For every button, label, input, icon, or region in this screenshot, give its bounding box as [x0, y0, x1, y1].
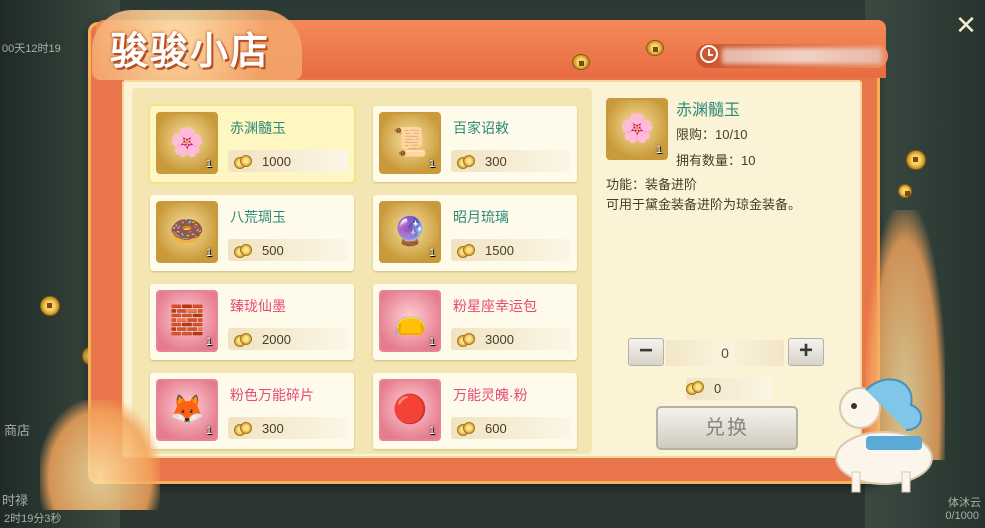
coin-icon [234, 332, 252, 348]
scroll-icon: 📜 [392, 126, 428, 158]
floating-coin-icon [898, 184, 912, 198]
title-coin-icon [646, 40, 664, 56]
ink-stick-icon: 🧱 [169, 304, 205, 336]
jade-icon: 🌸 [619, 112, 655, 144]
timer-value-blurred [722, 48, 882, 64]
item-count: 1 [428, 158, 435, 170]
shop-item[interactable]: 👝 1 粉星座幸运包 3000 [373, 284, 577, 360]
shop-item[interactable]: 📜 1 百家诏敕 300 [373, 106, 577, 182]
background-label-text: 体沐云 [948, 497, 981, 509]
coin-icon [457, 243, 475, 259]
item-count: 1 [205, 247, 212, 259]
coin-icon [234, 154, 252, 170]
quantity-field[interactable]: 0 [666, 340, 784, 366]
decrease-button[interactable]: − [628, 338, 664, 366]
background-shop-label: 商店 [4, 423, 31, 438]
item-price: 2000 [262, 332, 291, 347]
item-count: 1 [428, 425, 435, 437]
item-name: 粉色万能碎片 [230, 387, 314, 403]
item-icon: 🌸 1 [156, 112, 218, 174]
detail-item-count: 1 [655, 144, 662, 156]
background-event-text: 时禄 [2, 493, 29, 508]
coin-icon [457, 421, 475, 437]
item-price: 1000 [262, 154, 291, 169]
total-cost: 0 [714, 381, 722, 396]
item-name: 百家诏敕 [453, 120, 509, 136]
item-name: 万能灵魄·粉 [453, 387, 528, 403]
item-count: 1 [205, 336, 212, 348]
item-icon: 🍩 1 [156, 201, 218, 263]
soul-orb-icon: 🔴 [392, 393, 428, 425]
purchase-limit: 限购：10/10 [676, 127, 748, 142]
item-count: 1 [205, 158, 212, 170]
background-progress-text: 0/1000 [945, 510, 979, 522]
coin-icon [234, 243, 252, 259]
item-name: 赤渊髓玉 [230, 120, 286, 136]
item-icon: 👝 1 [379, 290, 441, 352]
item-icon: 🦊 1 [156, 379, 218, 441]
item-price: 3000 [485, 332, 514, 347]
item-price: 300 [262, 421, 284, 436]
item-icon: 🔴 1 [379, 379, 441, 441]
title-coin-icon [572, 54, 590, 70]
item-price: 1500 [485, 243, 514, 258]
item-count: 1 [205, 425, 212, 437]
mascot-icon [835, 378, 933, 493]
item-price: 300 [485, 154, 507, 169]
detail-item-icon: 🌸 1 [606, 98, 668, 160]
shop-title: 骏骏小店 [110, 28, 271, 73]
exchange-button[interactable]: 兑换 [656, 406, 798, 450]
background-countdown-text: 2时19分3秒 [4, 513, 62, 525]
background-timer-text: 00天12时19 [2, 43, 61, 55]
item-name: 粉星座幸运包 [453, 298, 537, 314]
shop-item[interactable]: 🍩 1 八荒琱玉 500 [150, 195, 354, 271]
item-name: 昭月琉璃 [453, 209, 509, 225]
owned-quantity: 拥有数量：10 [676, 153, 756, 168]
crystal-orb-icon: 🔮 [392, 215, 428, 247]
lucky-bag-icon: 👝 [392, 304, 428, 336]
item-count: 1 [428, 247, 435, 259]
item-price: 600 [485, 421, 507, 436]
item-icon: 🔮 1 [379, 201, 441, 263]
clock-icon [700, 45, 718, 63]
detail-item-name: 赤渊髓玉 [676, 102, 741, 119]
item-name: 八荒琱玉 [230, 209, 286, 225]
ring-jade-icon: 🍩 [169, 215, 205, 247]
coin-icon [457, 154, 475, 170]
item-icon: 📜 1 [379, 112, 441, 174]
floating-coin-icon [40, 296, 60, 316]
item-count: 1 [428, 336, 435, 348]
item-price: 500 [262, 243, 284, 258]
floating-coin-icon [906, 150, 926, 170]
coin-icon [234, 421, 252, 437]
item-name: 臻珑仙墨 [230, 298, 286, 314]
item-description: 可用于黛金装备进阶为琼金装备。 [606, 197, 802, 212]
shop-item[interactable]: 🔮 1 昭月琉璃 1500 [373, 195, 577, 271]
shop-item[interactable]: 🌸 1 赤渊髓玉 1000 [150, 106, 354, 182]
coin-icon [686, 380, 704, 396]
close-button[interactable]: ✕ [953, 12, 979, 38]
shop-item[interactable]: 🧱 1 臻珑仙墨 2000 [150, 284, 354, 360]
shop-item[interactable]: 🦊 1 粉色万能碎片 300 [150, 373, 354, 449]
shop-item[interactable]: 🔴 1 万能灵魄·粉 600 [373, 373, 577, 449]
item-icon: 🧱 1 [156, 290, 218, 352]
decorative-flame [40, 400, 160, 510]
fragment-icon: 🦊 [169, 393, 205, 425]
coin-icon [457, 332, 475, 348]
item-function: 功能：装备进阶 [606, 177, 698, 192]
jade-icon: 🌸 [169, 126, 205, 158]
